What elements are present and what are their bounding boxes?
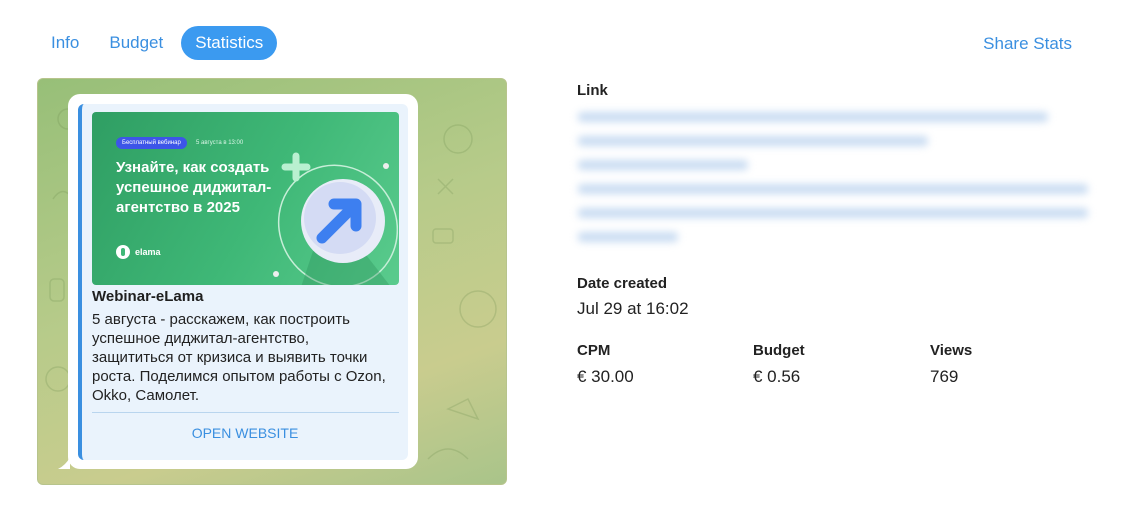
- link-value-blurred[interactable]: [572, 104, 1092, 246]
- webinar-banner-image: Бесплатный вебинар 5 августа в 13:00 Узн…: [92, 112, 399, 285]
- link-label: Link: [577, 82, 608, 99]
- webinar-pill: Бесплатный вебинар: [116, 137, 187, 149]
- share-stats-link[interactable]: Share Stats: [983, 34, 1072, 54]
- bubble-tail-icon: [58, 457, 70, 469]
- message-bubble: Бесплатный вебинар 5 августа в 13:00 Узн…: [58, 94, 418, 469]
- card-divider: [92, 412, 399, 413]
- open-website-button[interactable]: OPEN WEBSITE: [82, 425, 408, 441]
- banner-title: Узнайте, как создать успешное диджитал-а…: [116, 159, 272, 216]
- webinar-date: 5 августа в 13:00: [196, 140, 244, 146]
- arrow-sphere-illustration: [273, 152, 398, 285]
- cpm-label: CPM: [577, 342, 611, 359]
- cpm-value: € 30.00: [577, 367, 634, 386]
- elama-logo: elama: [116, 245, 161, 259]
- views-label: Views: [930, 342, 973, 359]
- views-value: 769: [930, 367, 959, 386]
- elama-logo-text: elama: [135, 247, 161, 257]
- date-created-value: Jul 29 at 16:02: [577, 299, 689, 318]
- elama-logo-icon: [116, 245, 130, 259]
- card-title: Webinar-eLama: [92, 288, 204, 305]
- tab-bar: Info Budget Statistics: [36, 26, 278, 60]
- ad-preview: Бесплатный вебинар 5 августа в 13:00 Узн…: [37, 78, 507, 485]
- tab-budget[interactable]: Budget: [94, 26, 178, 60]
- date-created-label: Date created: [577, 275, 668, 292]
- tab-statistics[interactable]: Statistics: [181, 26, 278, 60]
- budget-value: € 0.56: [753, 367, 801, 386]
- card-description: 5 августа - расскажем, как построить усп…: [92, 311, 386, 404]
- link-preview-card: Бесплатный вебинар 5 августа в 13:00 Узн…: [78, 104, 408, 460]
- tab-info[interactable]: Info: [36, 26, 94, 60]
- budget-label: Budget: [753, 342, 805, 359]
